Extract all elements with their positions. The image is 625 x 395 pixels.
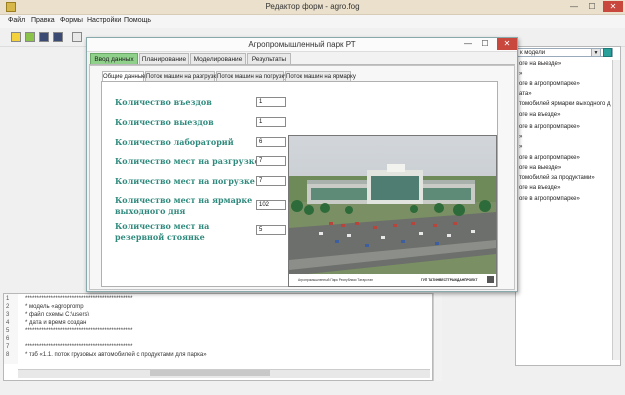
scrollbar-thumb[interactable] [150,370,270,376]
field-label-laboratories: Количество лабораторий [115,137,234,147]
field-label-reserve-parking-line2: резервной стоянке [115,232,205,242]
tree-item[interactable]: » [519,71,522,77]
line-number: 1 [6,296,10,302]
log-line: ****************************************… [25,328,133,334]
save-icon[interactable] [39,32,49,42]
log-line: ****************************************… [25,296,133,302]
field-label-reserve-parking: Количество мест на [115,221,210,231]
tree-item[interactable]: » [519,144,522,150]
line-number: 3 [6,312,10,318]
agropark-rendering-image [288,135,497,287]
tree-item[interactable]: оге в агропромпарке» [519,124,580,130]
laboratories-input[interactable]: 6 [256,137,286,147]
maximize-button[interactable]: ☐ [585,1,599,12]
menu-file[interactable]: Файл [8,17,25,24]
line-number: 4 [6,320,10,326]
subtab-general[interactable]: Общие данные [102,71,146,81]
menu-settings[interactable]: Настройки [87,17,121,24]
model-icon[interactable] [603,48,612,57]
log-line: * тзб «1.1. поток грузовых автомобилей с… [25,352,207,358]
dialog-minimize-button[interactable]: — [461,38,475,50]
line-number: 6 [6,336,10,342]
dialog-maximize-button[interactable]: ☐ [478,38,492,50]
log-line: * модель «agropromp [25,304,84,310]
exits-input[interactable]: 1 [256,117,286,127]
app-title: Редактор форм - agro.fog [265,2,360,11]
tab-results[interactable]: Результаты [247,53,291,64]
entrances-input[interactable]: 1 [256,97,286,107]
tab-modeling[interactable]: Моделирование [190,53,246,64]
dialog-title: Агропромышленный парк РТ [248,40,356,49]
fair-places-input[interactable]: 102 [256,200,286,210]
chevron-down-icon[interactable]: ▼ [591,48,601,57]
menu-help[interactable]: Помощь [124,17,151,24]
tree-item[interactable]: оге в агропромпарке» [519,196,580,202]
menu-forms[interactable]: Формы [60,17,83,24]
vertical-scrollbar[interactable] [433,293,442,381]
tree-item[interactable]: оге в агропромпарке» [519,155,580,161]
minimize-button[interactable]: — [567,1,581,12]
vertical-scrollbar[interactable] [612,60,620,360]
tree-item[interactable]: ата» [519,91,532,97]
loading-places-input[interactable]: 7 [256,176,286,186]
log-line: * файл схемы C:\users\ [25,312,90,318]
line-number: 7 [6,344,10,350]
subtab-loading-flow[interactable]: Поток машин на погрузку [216,71,287,81]
tree-item[interactable]: оге на выезде» [519,61,561,67]
tree-item[interactable]: оге на въезде» [519,185,560,191]
close-button[interactable]: ✕ [603,1,623,12]
log-line: * дата и время создан [25,320,87,326]
tree-item[interactable]: » [519,134,522,140]
document-icon[interactable] [72,32,82,42]
new-file-icon[interactable] [11,32,21,42]
tree-item[interactable]: оге в агропромпарке» [519,81,580,87]
tree-item[interactable]: оге на выезде» [519,165,561,171]
photo-caption-left: Агропромышленный Парк Республики Татарст… [298,278,373,282]
field-label-exits: Количество выездов [115,117,214,127]
field-label-entrances: Количество въездов [115,97,212,107]
unloading-places-input[interactable]: 7 [256,156,286,166]
field-label-fair-places-line2: выходного дня [115,206,186,216]
photo-caption-right: ГУП ТАТИНВЕСТГРАЖДАНПРОЕКТ [421,278,478,282]
line-number: 2 [6,304,10,310]
company-logo-icon [487,276,494,283]
menu-edit[interactable]: Правка [31,17,55,24]
field-label-loading-places: Количество мест на погрузке [115,176,255,186]
subtab-fair-flow[interactable]: Поток машин на ярмарку [285,71,356,81]
line-number: 8 [6,352,10,358]
field-label-unloading-places: Количество мест на разгрузке [115,156,260,166]
tab-data-input[interactable]: Ввод данных [90,53,138,64]
dialog-close-button[interactable]: ✕ [497,38,517,50]
log-line: ****************************************… [25,344,133,350]
line-number: 5 [6,328,10,334]
tree-item[interactable]: оге на въезде» [519,112,560,118]
reserve-parking-input[interactable]: 5 [256,225,286,235]
field-label-fair-places: Количество мест на ярмарке [115,195,253,205]
tree-item[interactable]: томобилей ярмарки выходного д [519,101,611,107]
tree-item[interactable]: томобилей за продуктами» [519,175,595,181]
save-all-icon[interactable] [53,32,63,42]
open-file-icon[interactable] [25,32,35,42]
subtab-unloading-flow[interactable]: Поток машин на разгрузку [145,71,219,81]
tab-planning[interactable]: Планирование [139,53,189,64]
